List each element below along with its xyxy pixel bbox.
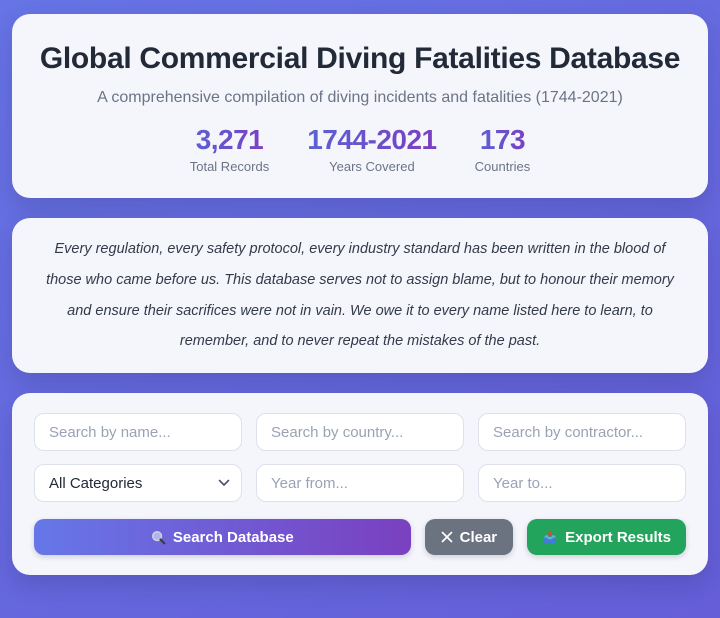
- stat-countries-label: Countries: [474, 159, 531, 175]
- page: Global Commercial Diving Fatalities Data…: [0, 0, 720, 618]
- page-title: Global Commercial Diving Fatalities Data…: [39, 42, 681, 75]
- name-search-input[interactable]: [34, 413, 242, 452]
- stat-total-records: 3,271 Total Records: [190, 124, 269, 174]
- search-database-button[interactable]: Search Database: [34, 519, 411, 556]
- contractor-search-input[interactable]: [478, 413, 686, 452]
- country-search-input[interactable]: [256, 413, 464, 452]
- clear-label: Clear: [459, 528, 498, 546]
- search-form-card: All Categories Search Dat: [12, 393, 708, 576]
- stat-years-covered-label: Years Covered: [329, 159, 415, 175]
- clear-button[interactable]: Clear: [424, 519, 514, 556]
- buttons-row: Search Database Clear Export Results: [34, 519, 686, 556]
- stat-years-covered-value: 1744-2021: [307, 124, 437, 156]
- close-icon: [441, 531, 453, 543]
- memorial-quote-text: Every regulation, every safety protocol,…: [46, 241, 674, 350]
- stat-years-covered: 1744-2021 Years Covered: [307, 124, 437, 175]
- export-results-label: Export Results: [565, 528, 671, 546]
- memorial-quote-card: Every regulation, every safety protocol,…: [12, 218, 708, 374]
- stats-row: 3,271 Total Records 1744-2021 Years Cove…: [36, 124, 684, 174]
- search-database-label: Search Database: [172, 528, 294, 546]
- search-form-grid: All Categories: [34, 413, 686, 503]
- stat-countries-value: 173: [475, 124, 531, 156]
- year-from-input[interactable]: [256, 464, 464, 503]
- header-card: Global Commercial Diving Fatalities Data…: [12, 14, 708, 199]
- inbox-tray-icon: [542, 529, 558, 545]
- stat-total-records-value: 3,271: [190, 124, 269, 156]
- year-to-input[interactable]: [478, 464, 686, 503]
- category-select-wrap: All Categories: [34, 464, 242, 503]
- export-results-button[interactable]: Export Results: [527, 519, 686, 556]
- category-select[interactable]: All Categories: [34, 464, 242, 503]
- page-subtitle: A comprehensive compilation of diving in…: [97, 89, 623, 107]
- stat-total-records-label: Total Records: [189, 159, 270, 175]
- search-icon: [151, 530, 166, 545]
- stat-countries: 173 Countries: [475, 124, 531, 174]
